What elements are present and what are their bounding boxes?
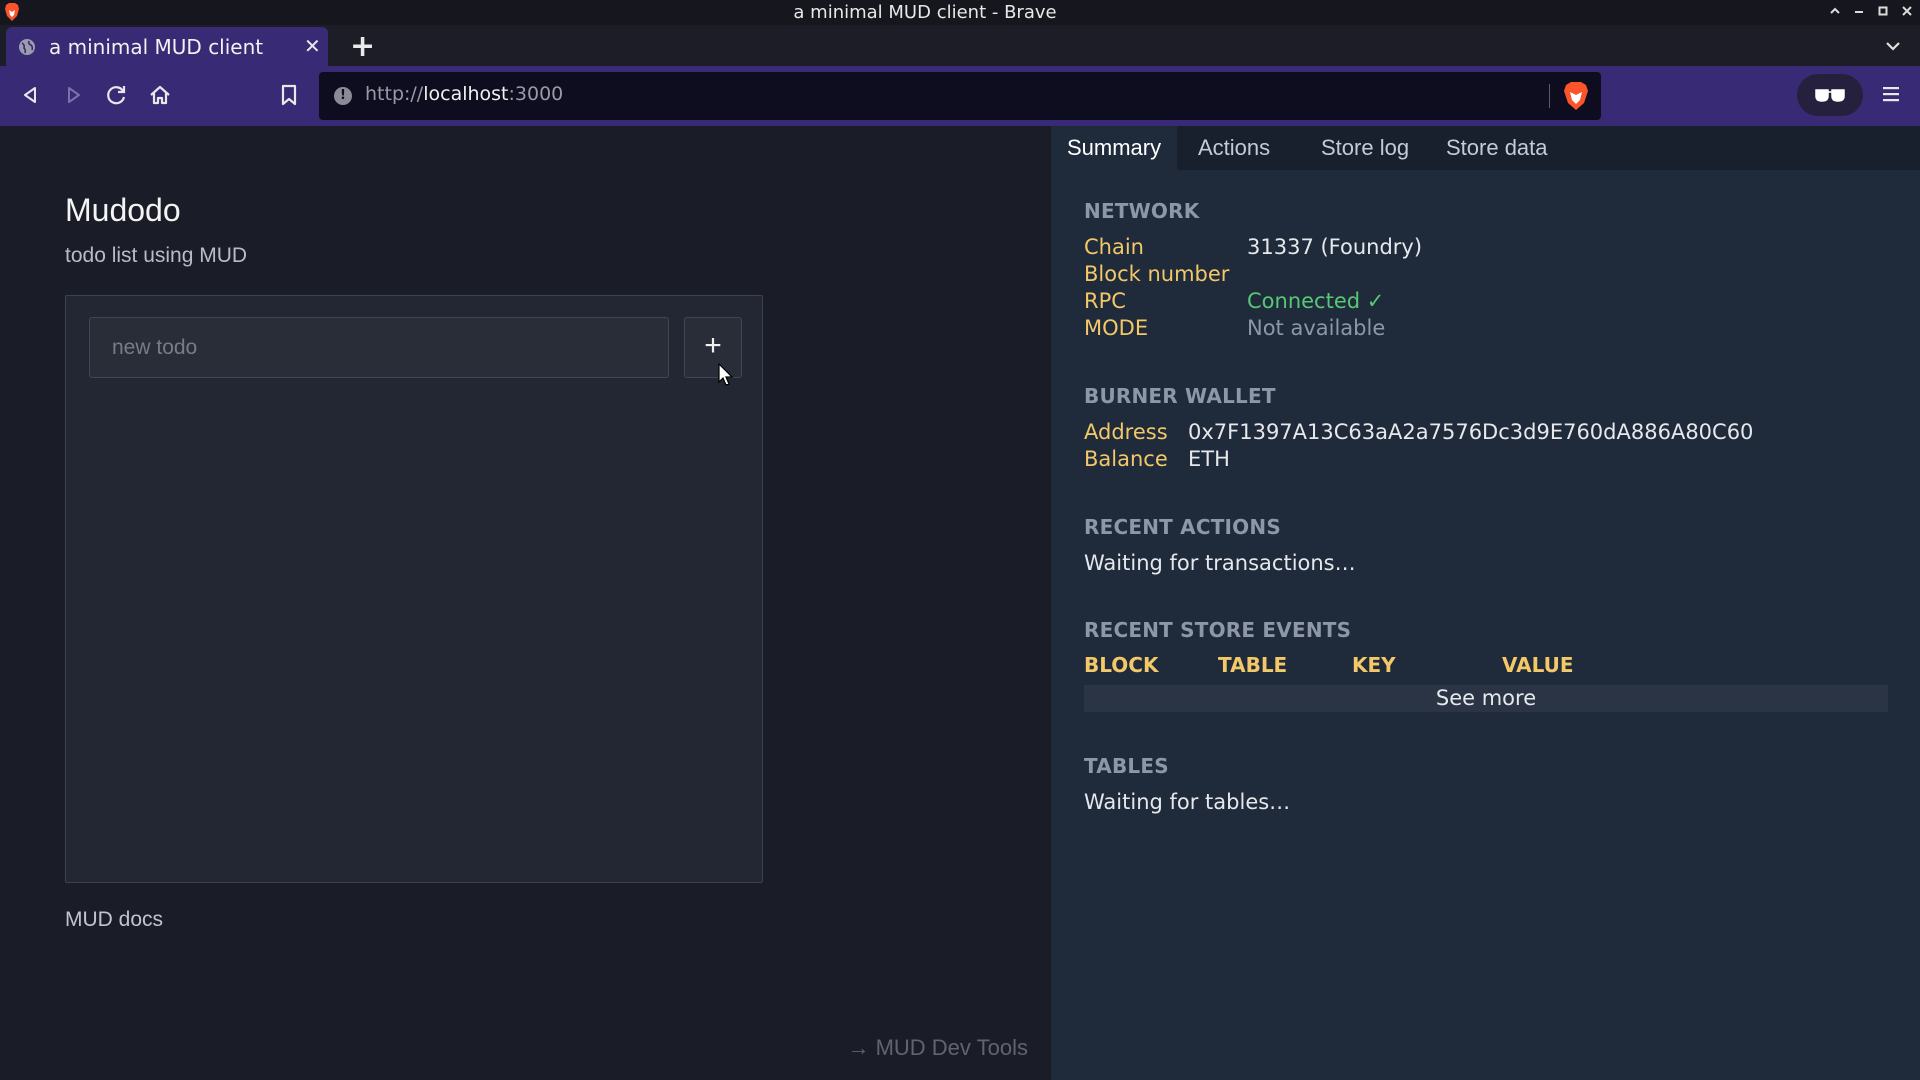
- reload-icon[interactable]: [102, 80, 132, 110]
- mud-docs-link[interactable]: MUD docs: [65, 908, 163, 932]
- address-bar[interactable]: ! http://localhost:3000: [319, 72, 1601, 120]
- browser-toolbar: ! http://localhost:3000: [0, 66, 1920, 126]
- devtools-tab-bar: Summary Actions Store log Store data: [1051, 126, 1920, 170]
- balance-value: ETH: [1188, 447, 1230, 471]
- brave-shield-icon[interactable]: [1562, 81, 1590, 111]
- new-tab-button[interactable]: +: [350, 29, 375, 64]
- see-more-button[interactable]: See more: [1084, 685, 1888, 712]
- column-header-block: BLOCK: [1084, 653, 1159, 677]
- rpc-status: Connected ✓: [1247, 289, 1385, 313]
- url-host: localhost: [423, 83, 509, 105]
- site-info-icon[interactable]: !: [334, 87, 352, 105]
- recent-actions-status: Waiting for transactions…: [1084, 551, 1356, 575]
- mud-devtools-panel: Summary Actions Store log Store data NET…: [1051, 126, 1920, 1080]
- tab-strip: a minimal MUD client ✕ +: [0, 25, 1920, 66]
- app-page: Mudodo todo list using MUD + MUD docs → …: [0, 126, 1051, 1080]
- app-subtitle: todo list using MUD: [65, 244, 248, 267]
- network-heading: NETWORK: [1084, 199, 1200, 223]
- url-scheme: http://: [365, 83, 424, 105]
- mud-dev-tools-link[interactable]: → MUD Dev Tools: [847, 1035, 1028, 1061]
- globe-icon: [19, 39, 35, 55]
- column-header-table: TABLE: [1218, 653, 1288, 677]
- window-minimize-icon[interactable]: [1848, 1, 1870, 23]
- window-title: a minimal MUD client - Brave: [793, 2, 1057, 23]
- tables-status: Waiting for tables…: [1084, 790, 1291, 814]
- new-todo-input[interactable]: [89, 317, 669, 378]
- window-titlebar: a minimal MUD client - Brave: [0, 0, 1920, 25]
- menu-icon[interactable]: [1880, 82, 1902, 106]
- chain-value: 31337 (Foundry): [1247, 235, 1423, 259]
- address-bar-divider: [1549, 84, 1550, 108]
- tab-summary[interactable]: Summary: [1051, 126, 1178, 170]
- column-header-key: KEY: [1352, 653, 1396, 677]
- window-close-icon[interactable]: [1896, 1, 1918, 23]
- block-number-label: Block number: [1084, 262, 1230, 286]
- todo-card: +: [65, 295, 763, 883]
- burner-wallet-heading: BURNER WALLET: [1084, 384, 1276, 408]
- browser-tab[interactable]: a minimal MUD client ✕: [6, 27, 328, 66]
- url-text[interactable]: http://localhost:3000: [365, 83, 563, 105]
- window-shade-icon[interactable]: [1824, 1, 1846, 23]
- tab-store-data[interactable]: Store data: [1430, 126, 1564, 170]
- url-port: :3000: [508, 83, 564, 105]
- wallet-button[interactable]: [1797, 74, 1863, 116]
- window-maximize-icon[interactable]: [1872, 1, 1894, 23]
- balance-label: Balance: [1084, 447, 1168, 471]
- forward-icon[interactable]: [58, 80, 88, 110]
- tables-heading: TABLES: [1084, 754, 1169, 778]
- tab-title: a minimal MUD client: [49, 35, 264, 59]
- bookmark-icon[interactable]: [274, 80, 304, 110]
- tab-close-icon[interactable]: ✕: [304, 34, 321, 58]
- address-label: Address: [1084, 420, 1168, 444]
- mouse-cursor-icon: [718, 363, 734, 386]
- mode-label: MODE: [1084, 316, 1149, 340]
- chain-label: Chain: [1084, 235, 1144, 259]
- rpc-label: RPC: [1084, 289, 1126, 313]
- address-value: 0x7F1397A13C63aA2a7576Dc3d9E760dA886A80C…: [1188, 420, 1754, 444]
- wallet-icon: [1815, 89, 1845, 102]
- recent-actions-heading: RECENT ACTIONS: [1084, 515, 1281, 539]
- home-icon[interactable]: [145, 80, 175, 110]
- mode-value: Not available: [1247, 316, 1386, 340]
- column-header-value: VALUE: [1502, 653, 1574, 677]
- tab-store-log[interactable]: Store log: [1305, 126, 1425, 170]
- back-icon[interactable]: [16, 80, 46, 110]
- recent-store-events-heading: RECENT STORE EVENTS: [1084, 618, 1352, 642]
- app-title: Mudodo: [65, 192, 181, 228]
- tab-actions[interactable]: Actions: [1182, 126, 1286, 170]
- tab-list-chevron-icon[interactable]: [1882, 35, 1904, 57]
